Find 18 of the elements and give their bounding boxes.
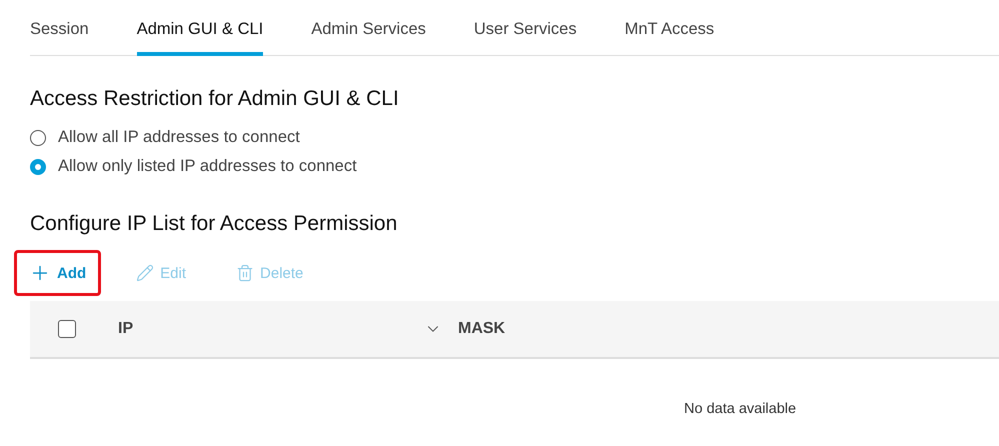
tab[interactable]: Admin GUI & CLI — [136, 20, 264, 56]
checkbox[interactable] — [58, 320, 76, 338]
empty-message: No data available — [683, 400, 798, 417]
trash-icon — [236, 264, 254, 282]
pencil-icon — [136, 264, 154, 282]
radio-label: Allow only listed IP addresses to connect — [58, 157, 357, 176]
section-title: Access Restriction for Admin GUI & CLI — [30, 87, 400, 111]
tab[interactable]: Session — [30, 20, 89, 56]
tab[interactable]: MnT Access — [624, 20, 714, 56]
tab[interactable]: Admin Services — [311, 20, 426, 56]
radio-label: Allow all IP addresses to connect — [58, 128, 300, 147]
tab[interactable]: User Services — [474, 20, 577, 56]
add-button[interactable]: Add — [14, 250, 102, 296]
column-header: IP — [118, 320, 134, 338]
section-title: Configure IP List for Access Permission — [30, 212, 398, 236]
column-header: MASK — [458, 320, 506, 338]
radio-button[interactable] — [30, 158, 46, 174]
radio-button[interactable] — [30, 130, 46, 146]
